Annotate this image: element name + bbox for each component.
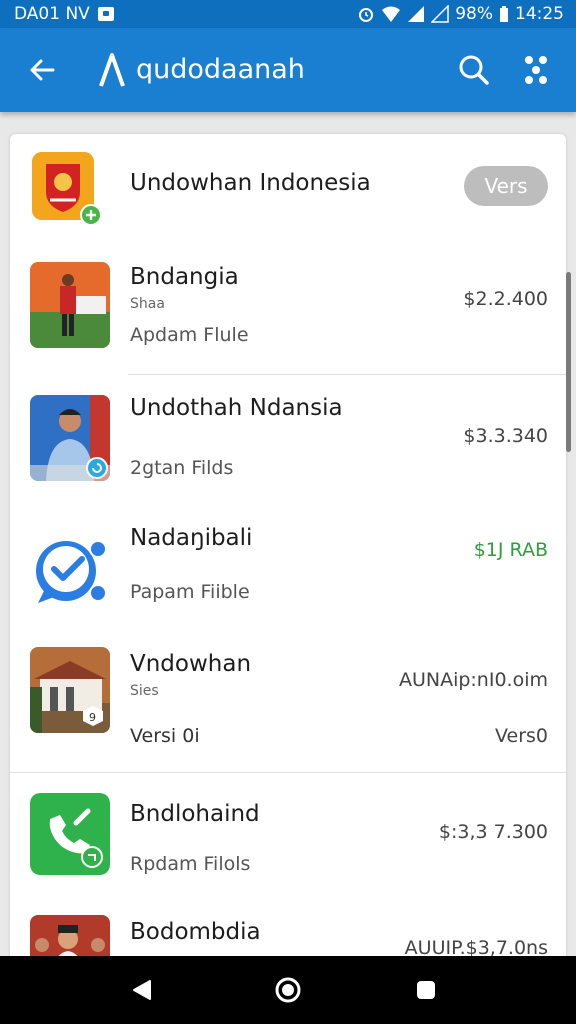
more-icon	[525, 56, 547, 84]
status-right: 98% 14:25	[357, 4, 564, 24]
item-meta: Shaa	[130, 296, 165, 312]
item-name: Vndowhan	[130, 651, 252, 677]
list-item[interactable]: Undothah Ndansia 2gtan Filds $3.3.340	[10, 375, 566, 505]
status-left-text: DA01 NV	[14, 4, 90, 24]
item-version: Vers0	[494, 725, 548, 747]
photo-thumbnail-icon	[30, 262, 110, 348]
search-button[interactable]	[452, 48, 496, 92]
status-time: 14:25	[515, 4, 564, 24]
item-name: Bndlohaind	[130, 801, 260, 827]
item-name: Bndangia	[130, 264, 239, 290]
search-icon	[459, 55, 489, 85]
item-subtitle: 2gtan Filds	[130, 457, 234, 479]
nav-recents-icon	[417, 981, 435, 999]
app-list: Undowhan Indonesia Vers Bndangia Shaa Ap…	[10, 134, 566, 974]
back-arrow-icon	[30, 59, 55, 81]
item-price: AUNAip:nI0.oim	[398, 669, 548, 691]
version-button[interactable]: Vers	[464, 166, 548, 206]
building-thumbnail-icon: 9	[30, 647, 110, 733]
navigation-bar	[0, 956, 576, 1024]
item-subtitle: Papam Fiible	[130, 581, 250, 603]
item-meta: Sies	[130, 683, 159, 699]
app-logo-icon	[99, 53, 125, 87]
nav-recents-button[interactable]	[406, 970, 446, 1010]
back-button[interactable]	[20, 48, 64, 92]
nav-back-button[interactable]	[122, 970, 162, 1010]
notification-icon	[97, 7, 114, 21]
nav-home-icon	[275, 977, 301, 1003]
signal-2-icon	[431, 5, 449, 23]
more-options-button[interactable]	[514, 48, 558, 92]
install-badge-icon	[80, 204, 102, 226]
status-bar: DA01 NV 98% 14:25	[0, 0, 576, 28]
list-item[interactable]: 9 Vndowhan Sies Versi 0i AUNAip:nI0.oim …	[10, 635, 566, 772]
list-item[interactable]: Bndlohaind Rpdam Filols $:3,3 7.300	[10, 773, 566, 907]
item-subtitle: Rpdam Filols	[130, 853, 251, 875]
status-left: DA01 NV	[14, 4, 114, 24]
person-thumbnail-icon	[30, 395, 110, 481]
battery-icon	[500, 6, 508, 22]
item-price: $2.2.400	[463, 288, 548, 310]
wifi-icon	[382, 6, 401, 22]
item-price: $:3,3 7.300	[438, 821, 548, 843]
scrollbar[interactable]	[566, 272, 571, 452]
alarm-icon	[359, 8, 374, 22]
item-subtitle: Versi 0i	[130, 725, 200, 747]
phone-call-icon	[30, 793, 110, 875]
list-item[interactable]: Undowhan Indonesia Vers	[10, 134, 566, 244]
nav-home-button[interactable]	[268, 970, 308, 1010]
signal-icon	[408, 6, 425, 22]
item-name: Undowhan Indonesia	[130, 170, 371, 196]
item-price: $3.3.340	[463, 425, 548, 447]
item-subtitle: Apdam Flule	[130, 324, 249, 346]
nav-back-icon	[133, 980, 151, 1000]
list-item[interactable]: Bndangia Shaa Apdam Flule $2.2.400	[10, 244, 566, 374]
item-name: Nadaŋibali	[130, 525, 253, 551]
svg-text:9: 9	[89, 711, 96, 724]
list-item[interactable]: Nadaŋibali Papam Fiible $1J RAB	[10, 505, 566, 635]
battery-percent: 98%	[455, 4, 493, 24]
app-title: qudodaanah	[136, 54, 305, 85]
item-name: Bodombdia	[130, 919, 261, 945]
item-name: Undothah Ndansia	[130, 395, 343, 421]
app-bar: qudodaanah	[0, 28, 576, 112]
checkmark-chat-icon	[30, 525, 110, 611]
item-price: $1J RAB	[473, 539, 548, 561]
